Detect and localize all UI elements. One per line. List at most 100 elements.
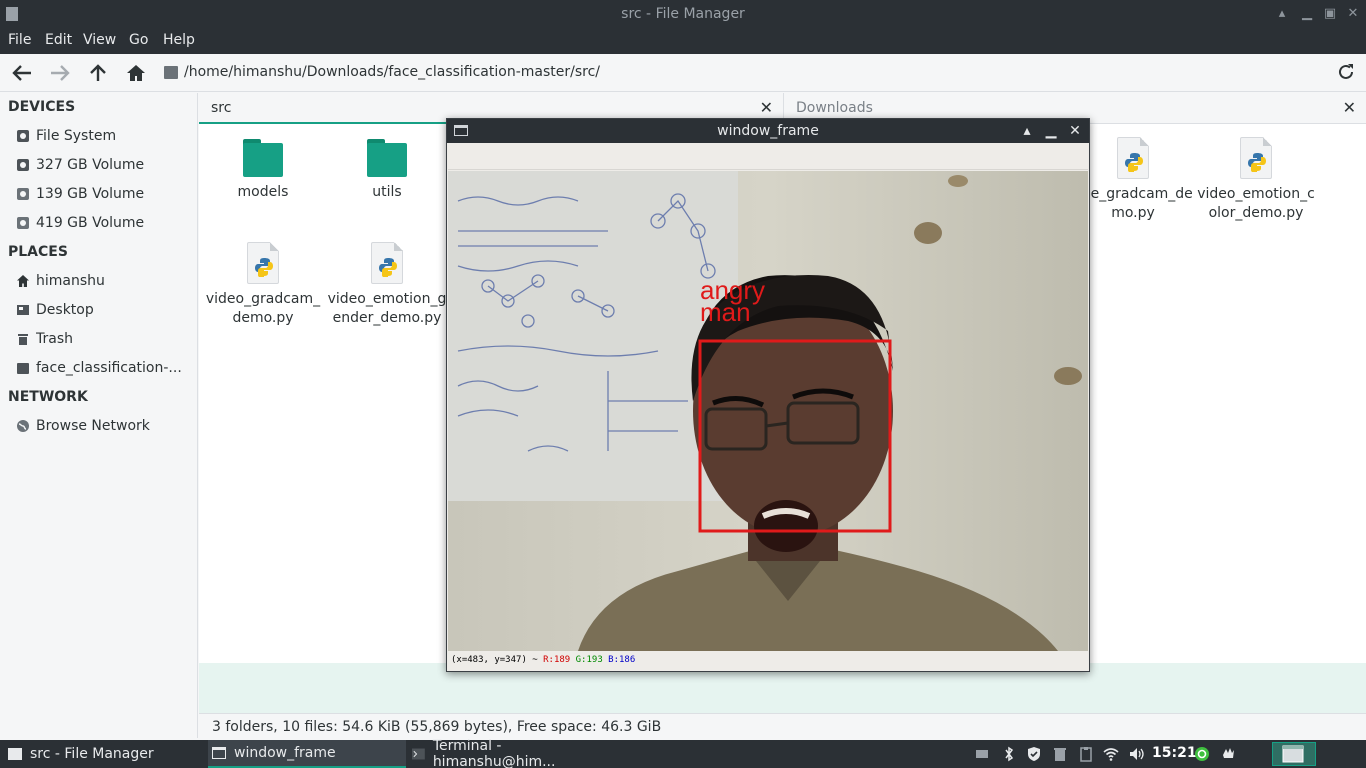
sidebar-item-label: Desktop [36,302,94,318]
sidebar-item-label: 419 GB Volume [36,215,145,231]
tab-src[interactable]: src [211,100,231,116]
arrow-left-icon [12,65,31,81]
python-file-icon [247,242,279,284]
menu-go[interactable]: Go [129,32,148,48]
network-heading: NETWORK [8,389,88,405]
gender-label: man [700,297,751,327]
tab-downloads[interactable]: Downloads [796,100,873,116]
clock[interactable]: 15:21 [1152,745,1197,761]
task-file-manager[interactable]: src - File Manager [8,740,204,768]
bluetooth-icon[interactable] [1001,746,1017,762]
maximize-button[interactable]: ▣ [1320,4,1340,24]
sidebar-item-label: face_classification-... [36,360,182,376]
clipboard-icon[interactable] [1078,746,1094,762]
sidebar-item-327gb[interactable]: 327 GB Volume [16,153,192,177]
cv-window-titlebar[interactable]: window_frame ▴ ▁ ✕ [447,119,1089,143]
toolbar: /home/himanshu/Downloads/face_classifica… [0,54,1366,92]
drive-icon [17,188,29,200]
sidebar-item-label: 139 GB Volume [36,186,145,202]
cv-window[interactable]: window_frame ▴ ▁ ✕ angry man (x=483, y=3… [446,118,1090,672]
minimize-button[interactable]: ▴ [1272,4,1292,24]
cursor-coords: (x=483, y=347) ~ [451,655,544,665]
task-label: src - File Manager [30,746,154,762]
close-tab-icon[interactable]: ✕ [1343,98,1356,117]
desktop-icon [17,305,29,315]
sidebar-item-home[interactable]: himanshu [16,269,192,293]
trash-tray-icon[interactable] [1052,746,1068,762]
sidebar-item-desktop[interactable]: Desktop [16,298,192,322]
menu-edit[interactable]: Edit [45,32,72,48]
terminal-icon [412,748,425,760]
file-label: models [237,184,289,200]
shield-icon[interactable] [1026,746,1042,762]
shade-button[interactable]: ▴ [1017,121,1037,141]
folder-icon [243,139,283,177]
task-label: Terminal - himanshu@him... [432,738,556,768]
wifi-icon[interactable] [1103,746,1119,762]
home-icon [17,275,29,287]
folder-icon [17,363,29,374]
title-bar: src - File Manager ▴ ▁ ▣ ✕ [0,0,1366,28]
home-icon [127,65,145,81]
sidebar-item-browse-network[interactable]: Browse Network [16,414,192,438]
menu-file[interactable]: File [8,32,31,48]
status-bar: 3 folders, 10 files: 54.6 KiB (55,869 by… [199,713,1366,740]
sidebar-item-trash[interactable]: Trash [16,327,192,351]
workspace-switcher[interactable] [1272,742,1316,766]
file-item[interactable]: video_emotion_color_demo.py [1196,137,1316,223]
sidebar-item-label: 327 GB Volume [36,157,145,173]
reload-button[interactable] [1336,62,1358,84]
pixel-green: G:193 [575,655,603,665]
task-terminal[interactable]: Terminal - himanshu@him... [412,738,612,768]
up-button[interactable] [85,61,111,85]
drive-tray-icon[interactable] [974,746,990,762]
task-window-frame[interactable]: window_frame [208,740,406,768]
active-tab-indicator [199,122,449,124]
window-title: src - File Manager [621,6,745,22]
close-tab-icon[interactable]: ✕ [760,98,773,117]
menu-bar: File Edit View Go Help [0,28,1366,54]
python-file-icon [1240,137,1272,179]
file-item[interactable]: utils [327,139,447,202]
file-item[interactable]: video_emotion_gender_demo.py [327,242,447,328]
folder-icon [8,748,22,760]
workspace-icon [1282,745,1304,763]
close-button[interactable]: ✕ [1065,121,1085,141]
file-label: video_emotion_gender_demo.py [327,291,447,326]
menu-help[interactable]: Help [163,32,195,48]
pixel-blue: B:186 [608,655,636,665]
sidebar-item-419gb[interactable]: 419 GB Volume [16,211,192,235]
sidebar-item-file-system[interactable]: File System [16,124,192,148]
file-label: utils [372,184,402,200]
file-item[interactable]: video_gradcam_demo.py [203,242,323,328]
folder-icon [367,139,407,177]
sidebar-item-label: Browse Network [36,418,150,434]
location-path[interactable]: /home/himanshu/Downloads/face_classifica… [184,64,600,80]
drive-icon [17,130,29,142]
camera-frame[interactable]: angry man [448,171,1088,651]
forward-button[interactable] [47,61,73,85]
close-button[interactable]: ✕ [1343,4,1363,24]
home-button[interactable] [123,61,149,85]
camera-image: angry man [448,171,1088,651]
file-item[interactable]: models [203,139,323,202]
status-text: 3 folders, 10 files: 54.6 KiB (55,869 by… [212,719,662,735]
file-label: video_emotion_color_demo.py [1197,186,1315,221]
file-label: video_gradcam_demo.py [205,291,321,326]
sidebar-item-face-classification[interactable]: face_classification-... [16,356,192,380]
sidebar-item-139gb[interactable]: 139 GB Volume [16,182,192,206]
trash-icon [18,334,28,345]
taskbar: src - File Manager window_frame Terminal… [0,738,1366,768]
pixel-red: R:189 [543,655,571,665]
file-item[interactable]: age_gradcam_demo.py [1073,137,1193,223]
minimize-button[interactable]: ▁ [1041,121,1061,141]
back-button[interactable] [9,61,35,85]
hand-icon[interactable] [1220,746,1236,762]
sidebar-item-label: File System [36,128,117,144]
update-icon[interactable] [1194,746,1210,762]
minimize-down-button[interactable]: ▁ [1297,4,1317,24]
arrow-up-icon [90,64,106,81]
menu-view[interactable]: View [83,32,116,48]
volume-icon[interactable] [1128,746,1144,762]
sidebar-item-label: himanshu [36,273,105,289]
